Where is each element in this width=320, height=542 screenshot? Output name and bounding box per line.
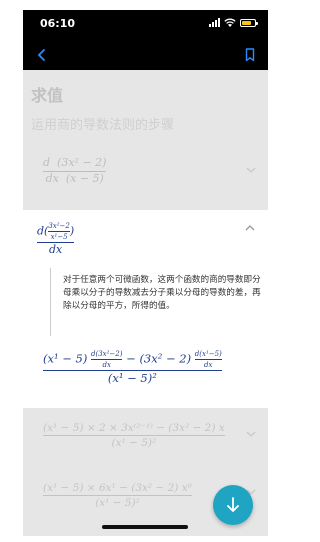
wifi-icon (224, 18, 236, 27)
result-part1: (x¹ − 5) (43, 351, 88, 366)
step-4-formula[interactable]: (x¹ − 5) × 6x¹ − (3x² − 2) x⁰ (x¹ − 5)² (43, 482, 192, 509)
phone-screen: 06:10 求值 运用商的导数法则的步骤 d (3x² − 2) dx (x −… (23, 10, 268, 536)
dx-label: dx (102, 361, 111, 370)
step-1-numerator: (3x² − 2) (57, 156, 107, 169)
status-bar: 06:10 (23, 10, 268, 40)
step-2-card: d( 3x²−2 x¹−5 ) dx 对于任意两个可微函数，这两个函数的商的导数… (23, 210, 268, 408)
chevron-up-icon[interactable] (244, 224, 256, 232)
arrow-down-icon (227, 497, 239, 512)
page-subtitle: 运用商的导数法则的步骤 (31, 118, 175, 133)
step-3-formula[interactable]: (x¹ − 5) × 2 × 3x⁽²⁻¹⁾ − (3x² − 2) x (x¹… (43, 422, 225, 449)
status-icons (209, 18, 258, 27)
rule-explanation: 对于任意两个可微函数，这两个函数的商的导数即分母乘以分子的导数减去分子乘以分母的… (50, 268, 263, 336)
chevron-left-icon[interactable] (35, 46, 49, 64)
dx-label: dx (204, 361, 213, 370)
battery-icon (240, 18, 258, 27)
quotient-rule-result: (x¹ − 5) d(3x²−2) dx − (3x² − 2) d(x¹−5)… (43, 350, 222, 385)
inner-denominator: x¹−5 (50, 233, 68, 242)
page-title: 求值 (31, 86, 64, 105)
step-2-formula[interactable]: d( 3x²−2 x¹−5 ) dx (37, 222, 75, 257)
step-list-top: 求值 运用商的导数法则的步骤 d (3x² − 2) dx (x − 5) (23, 70, 268, 210)
bookmark-icon[interactable] (244, 47, 256, 63)
d-close: ) (69, 224, 75, 238)
inner-numerator: 3x²−2 (48, 222, 70, 230)
d-numerator: d(3x²−2) (91, 350, 123, 358)
d-open: d( (37, 224, 49, 238)
home-indicator[interactable] (102, 525, 188, 529)
minus-sign: − (126, 351, 136, 366)
dx-label: dx (45, 171, 59, 185)
step-1-denominator: (x − 5) (65, 171, 104, 185)
step-4-numerator: (x¹ − 5) × 6x¹ − (3x² − 2) x⁰ (43, 482, 192, 494)
d-denominator: d(x¹−5) (194, 350, 222, 358)
nav-bar (23, 40, 268, 70)
chevron-down-icon[interactable] (245, 430, 257, 438)
step-3-denominator: (x¹ − 5)² (111, 437, 157, 450)
fraction: d (3x² − 2) dx (x − 5) (43, 156, 107, 185)
result-part2: (3x² − 2) (139, 351, 192, 366)
signal-icon (209, 18, 220, 27)
step-4-denominator: (x¹ − 5)² (95, 497, 140, 510)
step-3-numerator: (x¹ − 5) × 2 × 3x⁽²⁻¹⁾ − (3x² − 2) x (43, 422, 225, 434)
scroll-down-button[interactable] (213, 485, 253, 525)
d-label: d (43, 156, 51, 169)
dx-label: dx (48, 243, 63, 257)
status-time: 06:10 (40, 17, 76, 30)
step-1-formula[interactable]: d (3x² − 2) dx (x − 5) (43, 156, 107, 185)
result-denominator: (x¹ − 5)² (107, 371, 157, 386)
chevron-down-icon[interactable] (245, 166, 257, 174)
